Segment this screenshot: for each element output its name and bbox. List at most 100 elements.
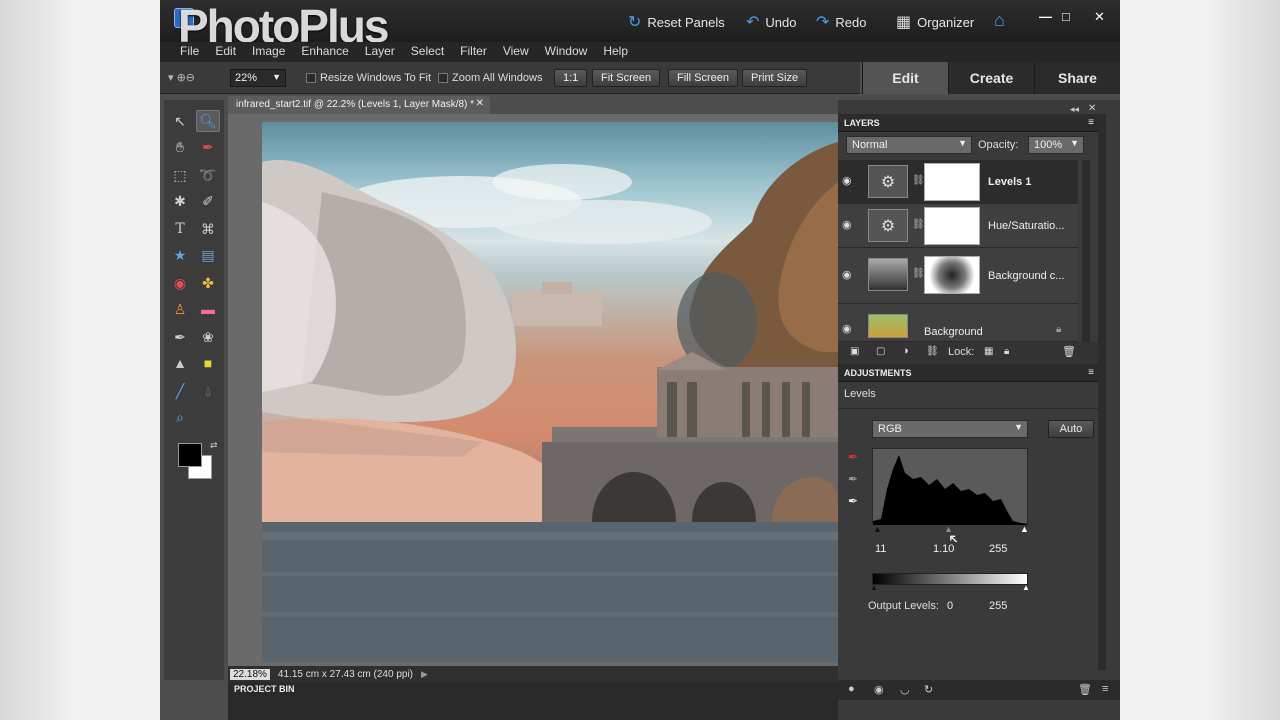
menu-layer[interactable]: Layer — [357, 42, 403, 62]
gradient-tool-icon[interactable]: ■ — [196, 352, 220, 374]
lock-transparency-icon[interactable]: ▦ — [984, 346, 993, 357]
eraser-tool-icon[interactable]: ▬ — [196, 298, 220, 320]
swap-colors-icon[interactable]: ⇄ — [210, 440, 218, 451]
link-layers-icon[interactable]: ⛓︎ — [926, 346, 939, 357]
output-black-slider[interactable]: ▲ — [870, 583, 878, 592]
reset-adjustment-icon[interactable]: ↻ — [924, 683, 933, 696]
organizer-button[interactable]: ▦ Organizer — [896, 12, 974, 32]
panel-dock-scrollbar[interactable] — [1098, 114, 1106, 670]
adjustment-layer-icon[interactable]: ◑ — [902, 345, 909, 357]
zoom-dropdown-icon[interactable]: ▼ — [272, 72, 281, 82]
delete-layer-icon[interactable]: 🗑︎ — [1062, 345, 1076, 358]
tab-create[interactable]: Create — [948, 62, 1034, 94]
delete-adjustment-icon[interactable]: 🗑︎ — [1078, 683, 1092, 696]
status-zoom[interactable]: 22.18% — [230, 668, 270, 680]
layers-scrollbar[interactable] — [1082, 160, 1090, 342]
project-bin-label[interactable]: PROJECT BIN — [234, 684, 295, 694]
adjustments-panel-header[interactable]: ADJUSTMENTS ≡ — [838, 364, 1098, 382]
lasso-tool-icon[interactable]: ➰ — [196, 164, 220, 186]
link-chain-icon[interactable]: ⛓︎ — [912, 268, 925, 279]
blur-tool-icon[interactable]: 💧︎ — [196, 380, 220, 402]
document-image[interactable] — [262, 122, 838, 662]
auto-levels-button[interactable]: Auto — [1048, 420, 1094, 438]
status-arrow-icon[interactable]: ▶ — [421, 669, 428, 680]
layer-mask-thumbnail[interactable] — [924, 207, 980, 245]
layer-mask-thumbnail[interactable] — [924, 163, 980, 201]
link-chain-icon[interactable]: ⛓︎ — [912, 175, 925, 186]
layer-row-background[interactable]: ◉ Background 🔒︎ — [838, 304, 1078, 342]
marquee-tool-icon[interactable]: ⬚ — [168, 164, 192, 186]
sponge-tool-icon[interactable]: ⌕ — [168, 406, 192, 428]
input-white-field[interactable]: 255 — [986, 542, 1026, 558]
document-tab[interactable]: infrared_start2.tif @ 22.2% (Levels 1, L… — [228, 96, 490, 114]
tab-share[interactable]: Share — [1034, 62, 1120, 94]
fit-screen-button[interactable]: Fit Screen — [592, 69, 661, 87]
opacity-field[interactable]: 100% ▼ — [1028, 136, 1084, 154]
input-white-slider[interactable]: ▲ — [1020, 524, 1029, 534]
output-black-field[interactable]: 0 — [944, 599, 984, 615]
layer-mask-thumbnail[interactable] — [924, 256, 980, 294]
link-chain-icon[interactable]: ⛓︎ — [912, 219, 925, 230]
layer-row-hue-saturation[interactable]: ◉ ⚙ ⛓︎ Hue/Saturatio... — [838, 204, 1078, 248]
new-group-icon[interactable]: ▢ — [876, 346, 885, 357]
menu-window[interactable]: Window — [537, 42, 596, 62]
red-eye-tool-icon[interactable]: ◉ — [168, 272, 192, 294]
clone-stamp-tool-icon[interactable]: ♙ — [168, 298, 192, 320]
healing-brush-tool-icon[interactable]: ✤ — [196, 272, 220, 294]
input-black-field[interactable]: 11 — [872, 542, 912, 558]
reset-panels-button[interactable]: ↻ Reset Panels — [628, 12, 725, 32]
clip-to-layer-icon[interactable]: ● — [848, 683, 855, 695]
menu-select[interactable]: Select — [403, 42, 452, 62]
new-layer-icon[interactable]: ▣ — [850, 346, 859, 357]
close-window-button[interactable]: ✕ — [1094, 9, 1105, 25]
output-white-slider[interactable]: ▲ — [1022, 583, 1030, 592]
type-tool-icon[interactable]: T — [168, 218, 192, 240]
set-gray-point-eyedropper-icon[interactable]: ✒ — [848, 472, 858, 486]
quick-selection-tool-icon[interactable]: ✐ — [196, 190, 220, 212]
menu-enhance[interactable]: Enhance — [293, 42, 356, 62]
visibility-eye-icon[interactable]: ◉ — [842, 218, 852, 231]
input-black-slider[interactable]: ▲ — [873, 524, 882, 534]
lock-all-icon[interactable]: 🔒︎ — [1004, 346, 1009, 357]
canvas-area[interactable] — [228, 114, 838, 666]
menu-file[interactable]: File — [172, 42, 207, 62]
minimize-button[interactable]: — — [1039, 9, 1052, 24]
adjustments-panel-menu-icon[interactable]: ≡ — [1088, 367, 1094, 378]
menu-filter[interactable]: Filter — [452, 42, 495, 62]
set-black-point-eyedropper-icon[interactable]: ✒ — [848, 450, 858, 464]
menu-edit[interactable]: Edit — [207, 42, 244, 62]
redo-button[interactable]: ↷ Redo — [816, 12, 866, 32]
visibility-eye-icon[interactable]: ◉ — [842, 322, 852, 335]
visibility-eye-icon[interactable]: ◉ — [842, 174, 852, 187]
menu-image[interactable]: Image — [244, 42, 293, 62]
set-white-point-eyedropper-icon[interactable]: ✒ — [848, 494, 858, 508]
close-panel-icon[interactable]: ✕ — [1088, 103, 1096, 114]
channel-select[interactable]: RGB ▼ — [872, 420, 1028, 438]
undo-button[interactable]: ↶ Undo — [746, 12, 796, 32]
close-document-icon[interactable]: ✕ — [476, 98, 484, 109]
output-white-field[interactable]: 255 — [986, 599, 1026, 615]
shape-tool-icon[interactable]: ╱ — [168, 380, 192, 402]
layers-panel-header[interactable]: LAYERS ≡ — [838, 114, 1098, 132]
home-button[interactable]: ⌂ — [994, 10, 1005, 31]
hand-tool-icon[interactable]: ✋︎ — [168, 136, 192, 158]
paint-bucket-tool-icon[interactable]: ▲ — [168, 352, 192, 374]
resize-windows-checkbox[interactable]: Resize Windows To Fit — [306, 72, 431, 84]
layer-row-background-copy[interactable]: ◉ ⛓︎ Background c... — [838, 248, 1078, 304]
cookie-cutter-tool-icon[interactable]: ★ — [168, 244, 192, 266]
foreground-color-swatch[interactable] — [178, 443, 202, 467]
visibility-eye-icon[interactable]: ◉ — [842, 268, 852, 281]
zoom-level-field[interactable]: 22% ▼ — [230, 69, 286, 87]
toggle-visibility-icon[interactable]: ◡ — [900, 683, 910, 696]
magic-wand-tool-icon[interactable]: ✱ — [168, 190, 192, 212]
smart-brush-tool-icon[interactable]: ❀ — [196, 326, 220, 348]
menu-view[interactable]: View — [495, 42, 537, 62]
blend-mode-select[interactable]: Normal ▼ — [846, 136, 972, 154]
menu-help[interactable]: Help — [595, 42, 636, 62]
maximize-button[interactable]: □ — [1062, 9, 1070, 24]
eyedropper-tool-icon[interactable]: ✒ — [196, 136, 220, 158]
actual-pixels-button[interactable]: 1:1 — [554, 69, 588, 87]
crop-tool-icon[interactable]: ⌘ — [196, 218, 220, 240]
checkbox-box[interactable] — [306, 73, 316, 83]
fill-screen-button[interactable]: Fill Screen — [668, 69, 738, 87]
